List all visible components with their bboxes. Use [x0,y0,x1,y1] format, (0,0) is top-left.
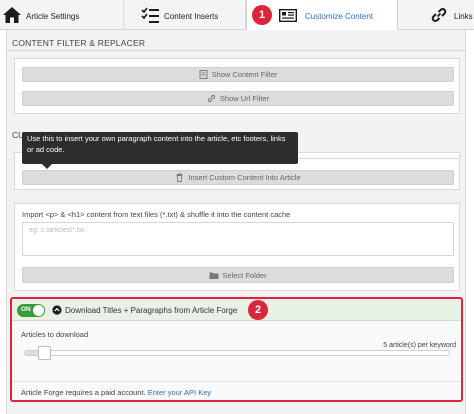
home-icon [2,6,22,26]
customize-content-icon [278,8,298,24]
show-content-filter-label: Show Content Filter [211,70,278,79]
tooltip-arrow [42,164,52,169]
custom-content-tooltip: Use this to insert your own paragraph co… [22,132,298,169]
filter-icon [199,70,208,79]
show-url-filter-button[interactable]: Show Url Filter [22,91,454,106]
import-label: Import <p> & <h1> content from text file… [22,210,291,219]
link-icon [430,7,448,25]
tab-links[interactable]: Links [398,0,474,30]
insert-custom-content-button[interactable]: Insert Custom Content Into Article [22,170,454,185]
tab-content-inserts-label: Content Inserts [164,12,219,21]
trash-icon [175,173,184,182]
import-path-placeholder: eg: c:\articles\*.txt [29,227,85,234]
content-filter-heading: CONTENT FILTER & REPLACER [12,38,146,48]
tooltip-text: Use this to insert your own paragraph co… [27,134,286,154]
import-path-textarea[interactable]: eg: c:\articles\*.txt [22,222,454,256]
show-content-filter-button[interactable]: Show Content Filter [22,67,454,82]
show-url-filter-label: Show Url Filter [219,94,270,103]
select-folder-button[interactable]: Select Folder [22,267,454,283]
folder-icon [209,271,219,280]
tab-article-settings-label: Article Settings [26,12,80,21]
tab-content-inserts[interactable]: Content Inserts [124,0,246,30]
tab-customize-content-label: Customize Content [305,12,374,21]
section-divider [6,50,466,51]
callout-highlight-box [10,297,463,402]
list-checks-icon [141,7,159,26]
tab-article-settings[interactable]: Article Settings [0,0,124,30]
callout-marker-1: 1 [252,5,272,25]
tab-links-label: Links [454,12,473,21]
link-small-icon [207,94,216,103]
callout-marker-2: 2 [248,300,268,320]
select-folder-label: Select Folder [222,270,267,280]
insert-custom-content-label: Insert Custom Content Into Article [188,173,301,182]
tab-bar: Article Settings Content Inserts Customi… [0,0,474,30]
